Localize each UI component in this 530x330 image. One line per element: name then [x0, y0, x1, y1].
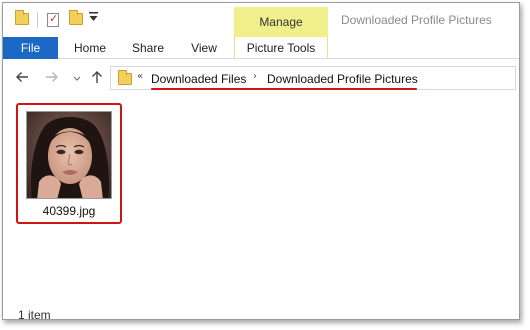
- status-bar: 1 item: [3, 305, 519, 320]
- tab-file[interactable]: File: [3, 37, 58, 59]
- tab-picture-tools[interactable]: Picture Tools: [234, 37, 328, 59]
- breadcrumb-separator-icon[interactable]: ›: [253, 71, 257, 82]
- arrow-left-icon[interactable]: [15, 70, 29, 88]
- file-item[interactable]: 40399.jpg: [16, 103, 122, 224]
- breadcrumb-highlight-underline: [151, 88, 417, 90]
- folder-icon: [118, 70, 132, 85]
- breadcrumb-overflow-icon[interactable]: «: [137, 71, 143, 82]
- tab-share[interactable]: Share: [121, 37, 175, 59]
- folder-icon[interactable]: [15, 10, 29, 25]
- navigation-bar: « Downloaded Files › Downloaded Profile …: [3, 60, 519, 98]
- title-bar: Manage Downloaded Profile Pictures: [3, 3, 519, 37]
- explorer-window: Manage Downloaded Profile Pictures File …: [2, 2, 520, 320]
- ribbon-tabs: File Home Share View Picture Tools: [3, 37, 519, 59]
- new-folder-icon[interactable]: [69, 10, 83, 25]
- image-thumbnail[interactable]: [26, 111, 112, 199]
- toolbar-divider: [37, 12, 38, 28]
- file-name[interactable]: 40399.jpg: [18, 204, 120, 218]
- customize-dropdown-icon[interactable]: [89, 12, 98, 25]
- arrow-up-icon[interactable]: [91, 70, 103, 88]
- tab-home[interactable]: Home: [61, 37, 119, 59]
- address-bar[interactable]: « Downloaded Files › Downloaded Profile …: [110, 66, 516, 90]
- properties-icon[interactable]: [47, 12, 59, 27]
- item-count: 1 item: [18, 308, 51, 320]
- breadcrumb-downloaded-profile-pictures[interactable]: Downloaded Profile Pictures: [267, 72, 418, 86]
- window-title: Downloaded Profile Pictures: [341, 13, 492, 27]
- tab-manage[interactable]: Manage: [234, 7, 328, 37]
- chevron-down-icon[interactable]: [73, 72, 81, 88]
- breadcrumb-downloaded-files[interactable]: Downloaded Files: [151, 72, 246, 86]
- arrow-right-icon[interactable]: [45, 70, 59, 88]
- tab-view[interactable]: View: [177, 37, 231, 59]
- file-list-area[interactable]: 40399.jpg: [3, 98, 519, 305]
